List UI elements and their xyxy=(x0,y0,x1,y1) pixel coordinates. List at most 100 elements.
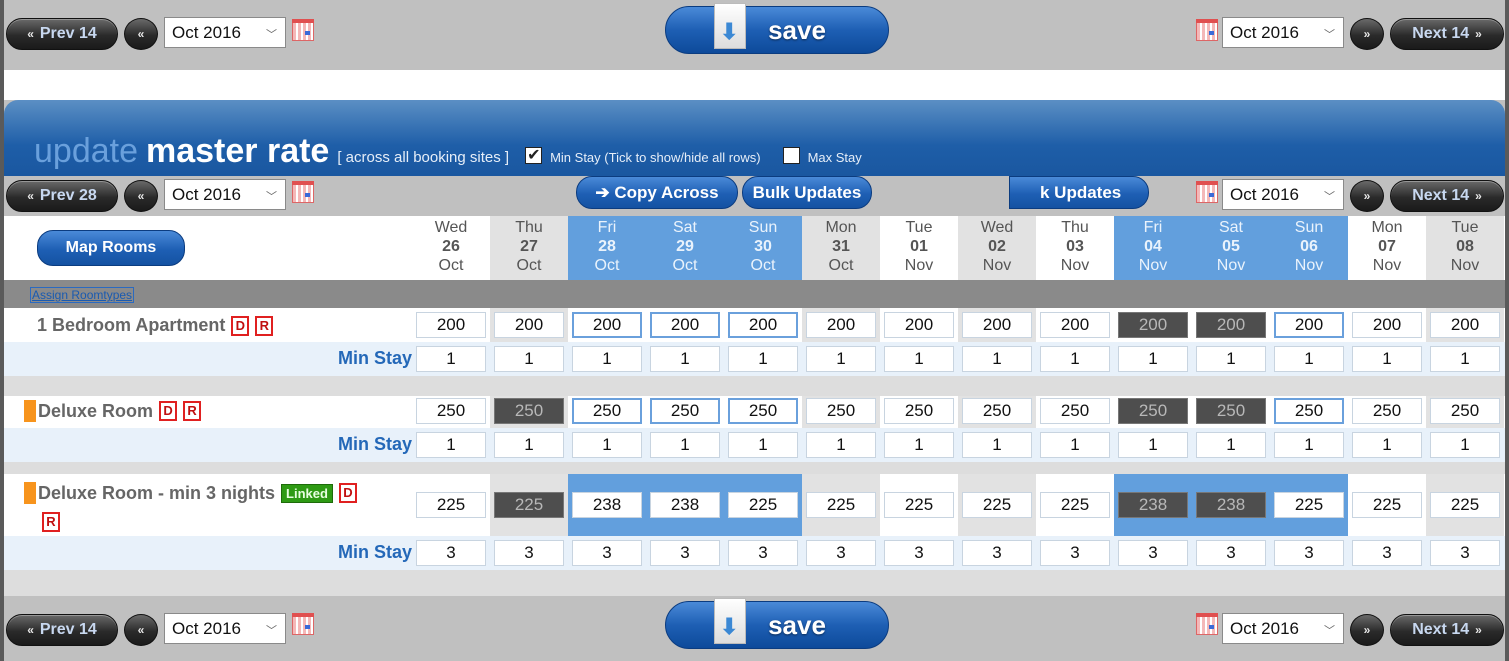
rate-input[interactable]: 200 xyxy=(728,312,798,338)
rate-input[interactable]: 200 xyxy=(1040,312,1110,338)
rate-input[interactable]: 250 xyxy=(1430,398,1500,424)
min-stay-input[interactable]: 1 xyxy=(572,346,642,372)
min-stay-input[interactable]: 3 xyxy=(416,540,486,566)
delete-room-badge[interactable]: D xyxy=(231,315,250,336)
save-button[interactable]: save xyxy=(665,598,889,649)
prev-14-button[interactable]: « Prev 14 xyxy=(6,614,118,646)
calendar-icon[interactable] xyxy=(292,613,314,635)
prev-step-button[interactable]: « xyxy=(124,614,158,646)
min-stay-input[interactable]: 3 xyxy=(884,540,954,566)
rate-input[interactable]: 200 xyxy=(572,312,642,338)
min-stay-input[interactable]: 3 xyxy=(1352,540,1422,566)
prev-28-button[interactable]: « Prev 28 xyxy=(6,180,118,212)
min-stay-input[interactable]: 1 xyxy=(1040,432,1110,458)
rate-input[interactable]: 250 xyxy=(572,398,642,424)
min-stay-input[interactable]: 1 xyxy=(884,346,954,372)
min-stay-input[interactable]: 1 xyxy=(1274,432,1344,458)
min-stay-input[interactable]: 1 xyxy=(1352,432,1422,458)
min-stay-input[interactable]: 1 xyxy=(806,432,876,458)
next-14-button[interactable]: Next 14 » xyxy=(1390,614,1504,646)
rename-room-badge[interactable]: R xyxy=(42,512,60,532)
max-stay-checkbox[interactable] xyxy=(782,147,800,164)
month-select-right[interactable]: Oct 2016 ﹀ xyxy=(1222,613,1344,644)
min-stay-input[interactable]: 1 xyxy=(1040,346,1110,372)
min-stay-input[interactable]: 3 xyxy=(1040,540,1110,566)
rate-input[interactable]: 200 xyxy=(1274,312,1344,338)
min-stay-input[interactable]: 1 xyxy=(650,346,720,372)
map-rooms-button[interactable]: Map Rooms xyxy=(37,230,185,266)
month-select-left[interactable]: Oct 2016 ﹀ xyxy=(164,179,286,210)
rate-input[interactable]: 200 xyxy=(1118,312,1188,338)
rate-input[interactable]: 225 xyxy=(1274,492,1344,518)
rate-input[interactable]: 225 xyxy=(1040,492,1110,518)
rate-input[interactable]: 200 xyxy=(1196,312,1266,338)
rate-input[interactable]: 250 xyxy=(1118,398,1188,424)
rate-input[interactable]: 200 xyxy=(494,312,564,338)
rate-input[interactable]: 225 xyxy=(494,492,564,518)
min-stay-input[interactable]: 1 xyxy=(416,432,486,458)
min-stay-input[interactable]: 1 xyxy=(884,432,954,458)
calendar-icon[interactable] xyxy=(1196,19,1218,41)
min-stay-input[interactable]: 1 xyxy=(1274,346,1344,372)
rate-input[interactable]: 250 xyxy=(650,398,720,424)
min-stay-input[interactable]: 3 xyxy=(962,540,1032,566)
min-stay-input[interactable]: 3 xyxy=(494,540,564,566)
rate-input[interactable]: 200 xyxy=(650,312,720,338)
min-stay-input[interactable]: 1 xyxy=(1430,346,1500,372)
rate-input[interactable]: 238 xyxy=(1118,492,1188,518)
rate-input[interactable]: 200 xyxy=(1430,312,1500,338)
prev-step-button[interactable]: « xyxy=(124,180,158,212)
min-stay-input[interactable]: 1 xyxy=(650,432,720,458)
rate-input[interactable]: 200 xyxy=(884,312,954,338)
min-stay-input[interactable]: 1 xyxy=(806,346,876,372)
rate-input[interactable]: 200 xyxy=(806,312,876,338)
min-stay-input[interactable]: 1 xyxy=(572,432,642,458)
min-stay-input[interactable]: 1 xyxy=(494,432,564,458)
rate-input[interactable]: 250 xyxy=(1352,398,1422,424)
min-stay-input[interactable]: 1 xyxy=(728,432,798,458)
rate-input[interactable]: 225 xyxy=(416,492,486,518)
rate-input[interactable]: 200 xyxy=(416,312,486,338)
rate-input[interactable]: 238 xyxy=(650,492,720,518)
calendar-icon[interactable] xyxy=(1196,181,1218,203)
month-select-left[interactable]: Oct 2016 ﹀ xyxy=(164,17,286,48)
min-stay-input[interactable]: 1 xyxy=(1430,432,1500,458)
month-select-left[interactable]: Oct 2016 ﹀ xyxy=(164,613,286,644)
bulk-updates-button-clipped[interactable]: k Updates xyxy=(1009,176,1149,209)
rate-input[interactable]: 250 xyxy=(806,398,876,424)
rename-room-badge[interactable]: R xyxy=(183,401,202,421)
min-stay-input[interactable]: 1 xyxy=(416,346,486,372)
calendar-icon[interactable] xyxy=(292,19,314,41)
min-stay-input[interactable]: 3 xyxy=(806,540,876,566)
calendar-icon[interactable] xyxy=(292,181,314,203)
min-stay-input[interactable]: 3 xyxy=(728,540,798,566)
delete-room-badge[interactable]: D xyxy=(159,401,178,421)
rate-input[interactable]: 225 xyxy=(806,492,876,518)
min-stay-input[interactable]: 1 xyxy=(1352,346,1422,372)
rate-input[interactable]: 238 xyxy=(1196,492,1266,518)
save-button[interactable]: save xyxy=(665,3,889,54)
rate-input[interactable]: 225 xyxy=(884,492,954,518)
next-step-button[interactable]: » xyxy=(1350,614,1384,646)
rate-input[interactable]: 250 xyxy=(728,398,798,424)
min-stay-input[interactable]: 1 xyxy=(1196,432,1266,458)
rate-input[interactable]: 238 xyxy=(572,492,642,518)
month-select-right[interactable]: Oct 2016 ﹀ xyxy=(1222,179,1344,210)
rate-input[interactable]: 250 xyxy=(884,398,954,424)
rate-input[interactable]: 250 xyxy=(962,398,1032,424)
next-14-button[interactable]: Next 14 » xyxy=(1390,180,1504,212)
prev-step-button[interactable]: « xyxy=(124,18,158,50)
rate-input[interactable]: 250 xyxy=(1040,398,1110,424)
min-stay-input[interactable]: 3 xyxy=(1274,540,1344,566)
min-stay-input[interactable]: 3 xyxy=(1430,540,1500,566)
next-step-button[interactable]: » xyxy=(1350,180,1384,212)
rate-input[interactable]: 250 xyxy=(416,398,486,424)
min-stay-input[interactable]: 1 xyxy=(962,346,1032,372)
rate-input[interactable]: 250 xyxy=(494,398,564,424)
assign-roomtypes-link[interactable]: Assign Roomtypes xyxy=(30,287,135,303)
min-stay-input[interactable]: 1 xyxy=(494,346,564,372)
calendar-icon[interactable] xyxy=(1196,613,1218,635)
next-step-button[interactable]: » xyxy=(1350,18,1384,50)
bulk-updates-button[interactable]: Bulk Updates xyxy=(742,176,872,209)
rename-room-badge[interactable]: R xyxy=(255,315,274,336)
